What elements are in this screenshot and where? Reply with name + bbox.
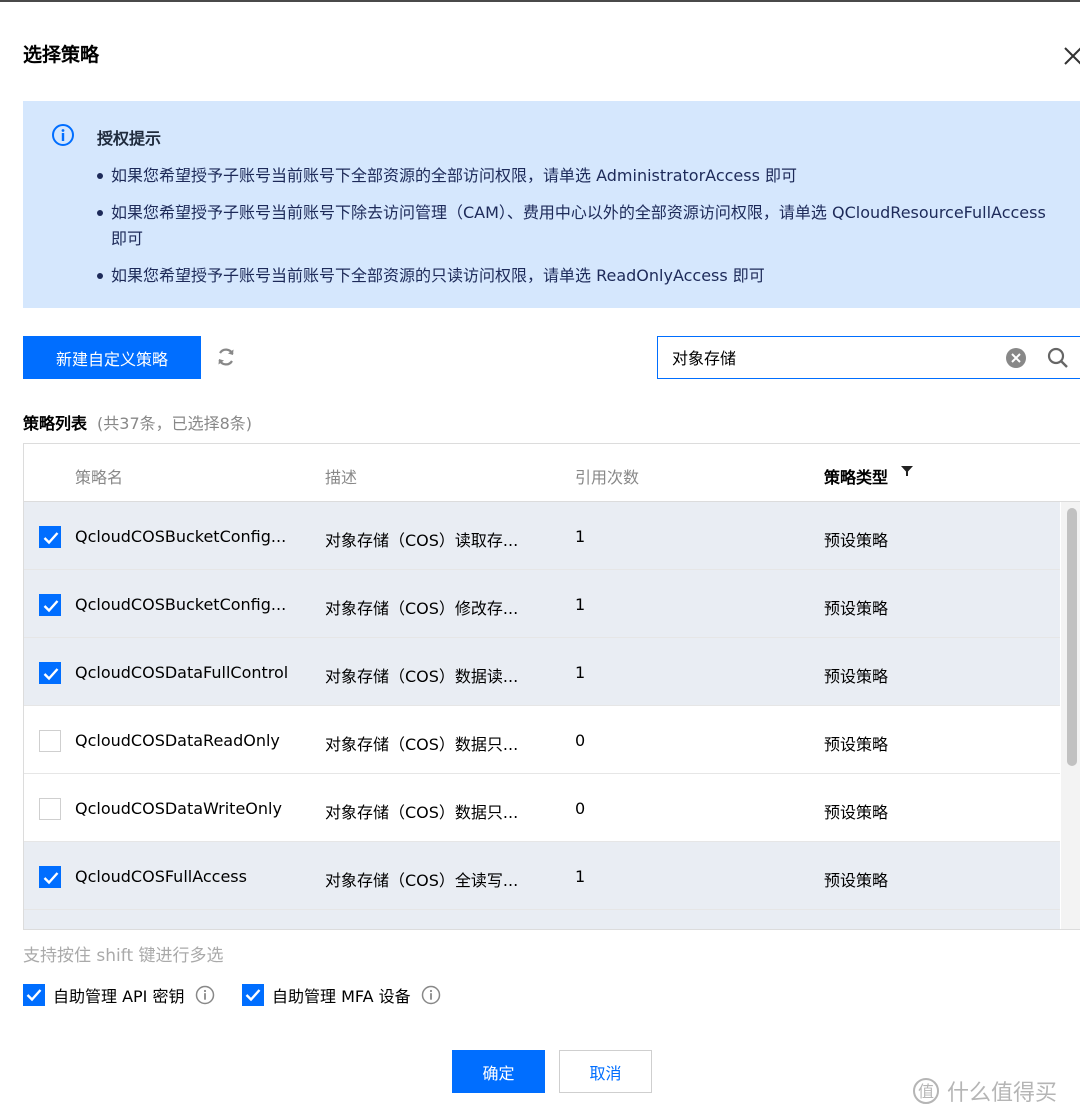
policy-description: 对象存储（COS）数据读... [325,667,519,686]
reference-count: 0 [575,731,586,750]
row-checkbox[interactable] [39,526,61,548]
policy-list-summary: (共37条，已选择8条) [97,414,253,433]
cancel-button[interactable]: 取消 [559,1050,652,1093]
close-icon[interactable] [1058,40,1080,70]
header-description: 描述 [325,468,358,487]
notice-list: 如果您希望授予子账号当前账号下全部资源的全部访问权限，请单选 Administr… [97,163,1057,300]
scrollbar-thumb[interactable] [1067,508,1077,766]
multiselect-hint: 支持按住 shift 键进行多选 [23,946,224,966]
api-key-label: 自助管理 API 密钥 [53,987,185,1006]
reference-count: 1 [575,867,586,886]
policy-list-title: 策略列表 [23,414,88,433]
policy-type: 预设策略 [824,667,889,686]
notice-item: 如果您希望授予子账号当前账号下全部资源的全部访问权限，请单选 Administr… [97,163,1057,189]
table-row[interactable]: QcloudCOSFullAccess 对象存储（COS）全读写... 1 预设… [24,842,1060,910]
dialog-title: 选择策略 [23,44,100,66]
top-divider [0,0,1080,2]
policy-list-heading: 策略列表 (共37条，已选择8条) [23,410,252,434]
filter-icon[interactable] [900,464,914,478]
row-checkbox[interactable] [39,866,61,888]
search-input[interactable] [672,337,992,377]
table-row[interactable]: QcloudCOSBucketConfig... 对象存储（COS）修改存...… [24,570,1060,638]
mfa-device-checkbox[interactable] [242,984,264,1006]
header-policy-type: 策略类型 [824,468,889,487]
policy-description: 对象存储（COS）数据只... [325,803,519,822]
info-icon[interactable] [421,985,441,1005]
authorization-notice: 授权提示 如果您希望授予子账号当前账号下全部资源的全部访问权限，请单选 Admi… [23,101,1080,308]
policy-name: QcloudCOSBucketConfig... [75,595,287,614]
table-row-partial[interactable] [24,910,1060,929]
table-row[interactable]: QcloudCOSDataWriteOnly 对象存储（COS）数据只... 0… [24,774,1060,842]
option-api-key[interactable]: 自助管理 API 密钥 [23,983,215,1007]
table-row[interactable]: QcloudCOSBucketConfig... 对象存储（COS）读取存...… [24,502,1060,570]
watermark: 值 什么值得买 [911,1074,1057,1108]
row-checkbox[interactable] [39,662,61,684]
policy-table: 策略名 描述 引用次数 策略类型 QcloudCOSBucketConfig..… [23,443,1080,930]
policy-name: QcloudCOSDataFullControl [75,663,289,682]
info-icon[interactable] [195,985,215,1005]
notice-item: 如果您希望授予子账号当前账号下全部资源的只读访问权限，请单选 ReadOnlyA… [97,263,1057,289]
table-row[interactable]: QcloudCOSDataFullControl 对象存储（COS）数据读...… [24,638,1060,706]
svg-text:值: 值 [918,1082,934,1101]
row-checkbox[interactable] [39,594,61,616]
policy-description: 对象存储（COS）数据只... [325,735,519,754]
search-icon[interactable] [1047,347,1069,369]
row-checkbox[interactable] [39,730,61,752]
api-key-checkbox[interactable] [23,984,45,1006]
policy-type: 预设策略 [824,735,889,754]
header-policy-name: 策略名 [75,468,124,487]
table-body: QcloudCOSBucketConfig... 对象存储（COS）读取存...… [24,502,1060,929]
policy-description: 对象存储（COS）修改存... [325,599,519,618]
policy-name: QcloudCOSFullAccess [75,867,247,886]
notice-item: 如果您希望授予子账号当前账号下除去访问管理（CAM）、费用中心以外的全部资源访问… [97,200,1057,252]
policy-type: 预设策略 [824,871,889,890]
reference-count: 0 [575,799,586,818]
reference-count: 1 [575,527,586,546]
policy-type: 预设策略 [824,803,889,822]
watermark-logo-icon: 值 [913,1078,939,1104]
policy-name: QcloudCOSDataWriteOnly [75,799,282,818]
info-icon [51,123,75,147]
confirm-button[interactable]: 确定 [452,1050,545,1093]
notice-title: 授权提示 [97,129,162,148]
clear-icon[interactable] [1005,347,1027,369]
reference-count: 1 [575,663,586,682]
row-checkbox[interactable] [39,798,61,820]
policy-type: 预设策略 [824,599,889,618]
search-box [657,336,1080,379]
option-mfa-device[interactable]: 自助管理 MFA 设备 [242,983,441,1007]
policy-name: QcloudCOSBucketConfig... [75,527,287,546]
header-reference-count: 引用次数 [575,468,640,487]
refresh-icon[interactable] [214,345,238,369]
policy-description: 对象存储（COS）全读写... [325,871,519,890]
table-header: 策略名 描述 引用次数 策略类型 [24,444,1080,502]
policy-type: 预设策略 [824,531,889,550]
mfa-device-label: 自助管理 MFA 设备 [272,987,411,1006]
create-custom-policy-button[interactable]: 新建自定义策略 [23,336,201,379]
watermark-text: 什么值得买 [947,1081,1058,1106]
table-scrollbar[interactable] [1061,502,1080,929]
policy-description: 对象存储（COS）读取存... [325,531,519,550]
table-row[interactable]: QcloudCOSDataReadOnly 对象存储（COS）数据只... 0 … [24,706,1060,774]
policy-name: QcloudCOSDataReadOnly [75,731,280,750]
reference-count: 1 [575,595,586,614]
